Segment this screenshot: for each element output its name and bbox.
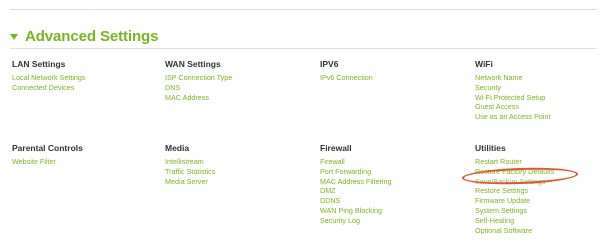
link-ddns[interactable]: DDNS xyxy=(320,196,392,206)
link-optional-software[interactable]: Optional Software xyxy=(475,226,555,236)
group-ipv6: IPV6 IPv6 Connection xyxy=(320,59,373,83)
link-local-network-settings[interactable]: Local Network Settings xyxy=(12,73,86,83)
header-divider xyxy=(10,48,597,49)
group-utilities: Utilities Restart Router Restore Factory… xyxy=(475,143,555,235)
advanced-settings-header[interactable]: Advanced Settings xyxy=(10,27,158,45)
link-self-healing[interactable]: Self-Healing xyxy=(475,216,555,226)
top-divider xyxy=(10,9,597,10)
link-intellistream[interactable]: Intellistream xyxy=(165,157,215,167)
group-title-parental-controls: Parental Controls xyxy=(12,143,83,153)
group-title-firewall: Firewall xyxy=(320,143,352,153)
group-title-ipv6: IPV6 xyxy=(320,59,339,69)
link-wifi-protected-setup[interactable]: Wi-Fi Protected Setup xyxy=(475,93,551,103)
link-port-forwarding[interactable]: Port Forwarding xyxy=(320,167,392,177)
group-parental-controls: Parental Controls Website Filter xyxy=(12,143,83,167)
group-media: Media Intellistream Traffic Statistics M… xyxy=(165,143,215,186)
group-wifi: WiFi Network Name Security Wi-Fi Protect… xyxy=(475,59,551,122)
link-firmware-update[interactable]: Firmware Update xyxy=(475,196,555,206)
link-media-server[interactable]: Media Server xyxy=(165,177,215,187)
group-title-wifi: WiFi xyxy=(475,59,493,69)
group-title-utilities: Utilities xyxy=(475,143,506,153)
link-traffic-statistics[interactable]: Traffic Statistics xyxy=(165,167,215,177)
link-use-as-access-point[interactable]: Use as an Access Point xyxy=(475,112,551,122)
section-title: Advanced Settings xyxy=(25,27,159,45)
link-security-log[interactable]: Security Log xyxy=(320,216,392,226)
link-guest-access[interactable]: Guest Access xyxy=(475,102,551,112)
link-mac-address[interactable]: MAC Address xyxy=(165,93,232,103)
group-title-media: Media xyxy=(165,143,190,153)
group-firewall: Firewall Firewall Port Forwarding MAC Ad… xyxy=(320,143,392,226)
link-ipv6-connection[interactable]: IPv6 Connection xyxy=(320,73,373,83)
link-restore-factory-defaults[interactable]: Restore Factory Defaults xyxy=(475,167,555,177)
group-wan-settings: WAN Settings ISP Connection Type DNS MAC… xyxy=(165,59,232,102)
link-firewall[interactable]: Firewall xyxy=(320,157,392,167)
group-lan-settings: LAN Settings Local Network Settings Conn… xyxy=(12,59,86,93)
link-save-backup-settings[interactable]: Save/Backup Settings xyxy=(475,177,555,187)
link-security[interactable]: Security xyxy=(475,83,551,93)
link-dns[interactable]: DNS xyxy=(165,83,232,93)
link-restart-router[interactable]: Restart Router xyxy=(475,157,555,167)
link-website-filter[interactable]: Website Filter xyxy=(12,157,83,167)
link-dmz[interactable]: DMZ xyxy=(320,186,392,196)
group-title-wan-settings: WAN Settings xyxy=(165,59,221,69)
link-network-name[interactable]: Network Name xyxy=(475,73,551,83)
link-restore-settings[interactable]: Restore Settings xyxy=(475,186,555,196)
collapse-arrow-icon[interactable] xyxy=(10,33,18,40)
link-isp-connection-type[interactable]: ISP Connection Type xyxy=(165,73,232,83)
group-title-lan-settings: LAN Settings xyxy=(12,59,66,69)
link-wan-ping-blocking[interactable]: WAN Ping Blocking xyxy=(320,206,392,216)
advanced-settings-panel: Advanced Settings LAN Settings Local Net… xyxy=(0,0,605,251)
link-connected-devices[interactable]: Connected Devices xyxy=(12,83,86,93)
link-system-settings[interactable]: System Settings xyxy=(475,206,555,216)
link-mac-address-filtering[interactable]: MAC Address Filtering xyxy=(320,177,392,187)
